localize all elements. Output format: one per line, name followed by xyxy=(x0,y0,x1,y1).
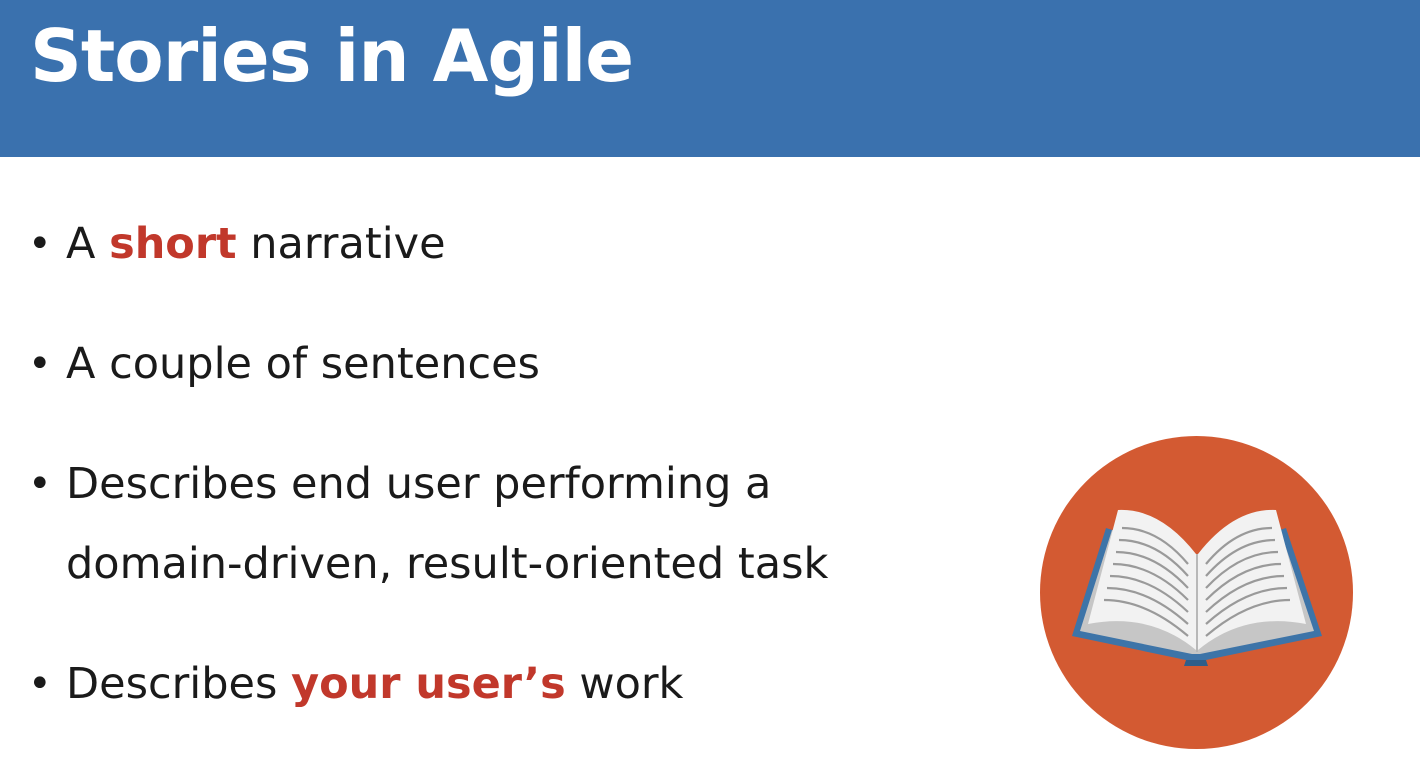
bullet-dot: • xyxy=(28,221,52,267)
bullet-text: A couple of sentences xyxy=(66,339,540,389)
bullet-text-after: work xyxy=(565,659,684,709)
bullet-line-1: Describes end user performing a xyxy=(66,459,772,509)
bullet-text: Describes end user performing a domain-dr… xyxy=(66,444,828,604)
bullet-dot: • xyxy=(28,461,52,507)
bullet-text: A short narrative xyxy=(66,204,446,284)
bullet-line-2: domain-driven, result-oriented task xyxy=(66,539,829,589)
bullet-dot: • xyxy=(28,341,52,387)
bullet-dot: • xyxy=(28,661,52,707)
title-bar: Stories in Agile xyxy=(0,0,1420,157)
bullet-text-before: A xyxy=(66,219,110,269)
slide: Stories in Agile • A short narrative • A… xyxy=(0,0,1420,771)
book-spine xyxy=(1184,660,1208,666)
bullet-text-before: Describes xyxy=(66,659,292,709)
open-book-icon-svg xyxy=(1040,436,1353,749)
bullet-emphasis: short xyxy=(109,219,237,269)
slide-title: Stories in Agile xyxy=(30,14,634,98)
bullet-text-after: narrative xyxy=(236,219,446,269)
open-book-icon xyxy=(1040,436,1353,749)
bullet-text: Describes your user’s work xyxy=(66,644,683,724)
bullet-emphasis: your user’s xyxy=(291,659,566,709)
